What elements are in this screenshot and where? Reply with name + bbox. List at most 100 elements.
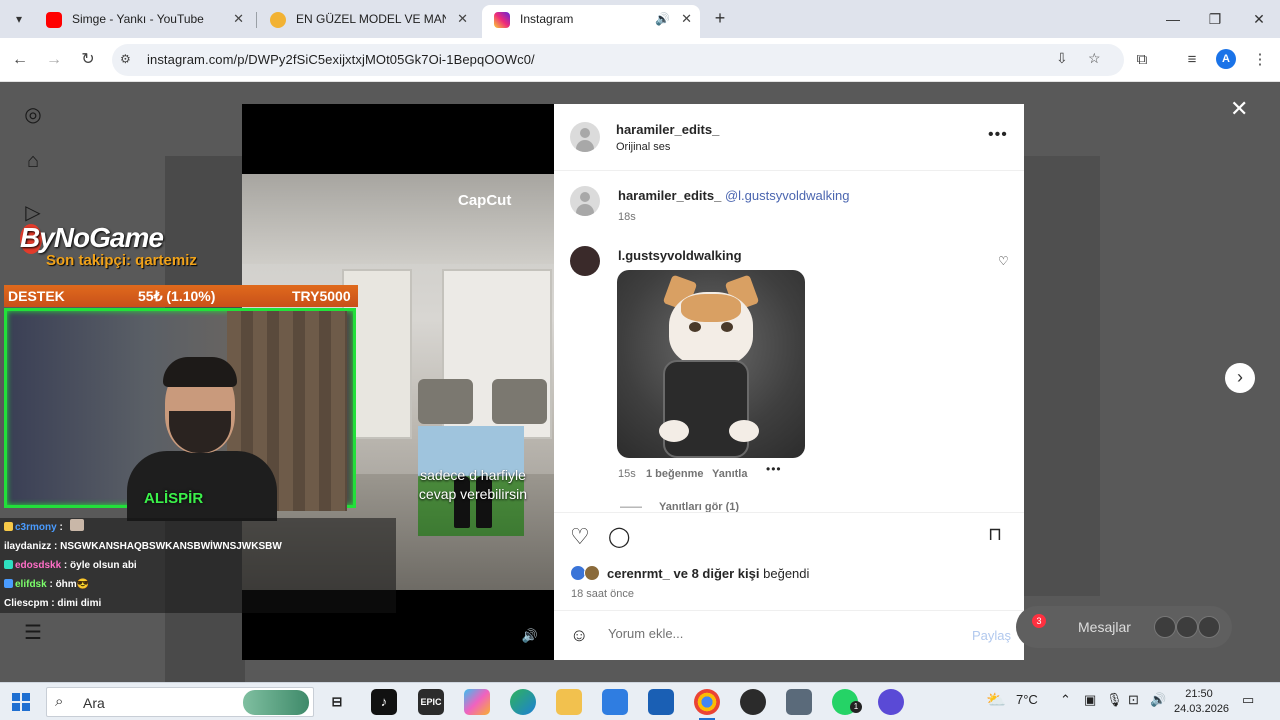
caption-mention[interactable]: @l.gustsyvoldwalking [725,188,849,203]
close-window-icon[interactable]: ✕ [1244,6,1274,32]
microphone-icon[interactable]: 🎙 [1106,692,1123,708]
next-post-chevron-icon[interactable]: › [1225,363,1255,393]
emoji-icon[interactable]: ☺ [570,625,588,646]
tiktok-icon[interactable]: ♪ [371,689,397,715]
profile-avatar[interactable]: A [1216,49,1236,69]
author-avatar[interactable] [570,122,600,152]
chat-message: c3rmony : [0,518,396,537]
comment-cat-image[interactable] [617,270,805,458]
bookmark-star-icon[interactable]: ☆ [1088,50,1101,67]
restore-icon[interactable]: ❐ [1200,6,1230,32]
chat-message: elifdsk : öhm😎 [0,575,396,594]
outlook-icon[interactable] [648,689,674,715]
hamburger-menu-icon[interactable]: ☰ [22,622,44,644]
video-chair [418,379,473,424]
commenter-avatar[interactable] [570,246,600,276]
close-tab-icon[interactable]: ✕ [233,5,244,33]
back-icon[interactable]: ← [8,48,32,72]
reels-icon[interactable]: ▷ [22,202,44,224]
install-app-icon[interactable]: ⇩ [1056,50,1068,67]
streamer-webcam [4,308,356,521]
comment-likes[interactable]: 1 beğenme [646,468,703,480]
media-control-icon[interactable]: ≡ [1180,48,1204,72]
liked-by-others[interactable]: ve 8 diğer kişi [674,566,760,581]
task-view-icon[interactable]: ⊟ [324,689,350,715]
tray-app-icon[interactable]: ▣ [1084,692,1096,708]
reload-icon[interactable]: ↻ [76,48,100,72]
network-icon[interactable]: ⊡ [1128,692,1139,708]
comment-input[interactable] [608,626,948,641]
globe-icon [270,12,286,28]
liked-by-user[interactable]: cerenrmt_ [607,566,670,581]
tab-model[interactable]: EN GÜZEL MODEL VE MANKEN ✕ [258,5,476,38]
post-details-panel: haramiler_edits_ Orijinal ses ••• harami… [554,104,1024,660]
post-author[interactable]: haramiler_edits_ [616,122,719,137]
streamer-body [127,451,277,521]
post-comment-button[interactable]: Paylaş [972,628,1011,643]
search-highlight-image [243,690,309,715]
reply-button[interactable]: Yanıtla [712,468,747,480]
copilot-icon[interactable] [464,689,490,715]
taskbar-search[interactable]: ⌕ Ara [46,687,314,717]
messages-label: Mesajlar [1078,619,1131,635]
messages-button[interactable]: 3 Mesajlar [1016,606,1232,648]
background-post-right [1024,156,1100,596]
search-placeholder: Ara [83,695,105,711]
like-comment-heart-icon[interactable]: ♡ [998,254,1009,268]
new-tab-button[interactable]: + [709,8,731,30]
tab-youtube[interactable]: Simge - Yankı - YouTube ✕ [34,5,252,38]
edge-icon[interactable] [510,689,536,715]
home-icon[interactable]: ⌂ [22,150,44,172]
tab-search-chevron-icon[interactable]: ▾ [8,8,30,30]
chat-badge-icon [4,579,13,588]
tab-title: Simge - Yankı - YouTube [72,12,204,26]
chat-badge-icon [4,522,13,531]
assistant-icon[interactable] [878,689,904,715]
tab-instagram[interactable]: Instagram 🔊 ✕ [482,5,700,38]
liker-avatar[interactable] [584,565,600,581]
url-text[interactable]: instagram.com/p/DWPy2fSiC5exijxtxjMOt05G… [147,52,535,67]
notifications-icon[interactable]: ▭ [1242,692,1254,708]
windows-start-icon[interactable] [12,693,30,711]
epic-games-icon[interactable]: EPIC [418,689,444,715]
speaker-icon[interactable]: 🔊 [655,5,670,33]
close-tab-icon[interactable]: ✕ [681,5,692,33]
tray-chevron-icon[interactable]: ⌃ [1060,692,1071,708]
weather-cloud-icon[interactable]: ⛅ [986,690,1006,710]
chat-text: öyle olsun abi [70,560,137,571]
speaker-icon[interactable]: 🔊 [520,628,540,648]
menu-kebab-icon[interactable]: ⋮ [1248,48,1272,72]
volume-icon[interactable]: 🔊 [1150,692,1166,708]
cat-phone [663,360,749,458]
support-bar: DESTEK 55₺ (1.10%) TRY5000 [4,285,358,307]
comment-user[interactable]: l.gustsyvoldwalking [618,248,742,263]
store-icon[interactable] [602,689,628,715]
extensions-icon[interactable]: ⧉ [1130,48,1154,72]
taskbar-clock[interactable]: 21:50 24.03.2026 [1174,687,1229,717]
caption-user[interactable]: haramiler_edits_ [618,188,721,203]
audio-label[interactable]: Orijinal ses [616,141,670,153]
weather-temp[interactable]: 7°C [1016,692,1038,707]
caption-avatar[interactable] [570,186,600,216]
streamer-name: ALİSPİR [144,490,204,507]
calculator-icon[interactable] [786,689,812,715]
more-options-icon[interactable]: ••• [988,126,1008,144]
forward-icon[interactable]: → [42,48,66,72]
close-icon[interactable]: ✕ [1230,96,1248,122]
chrome-icon[interactable] [694,689,720,720]
comment-more-icon[interactable]: ••• [766,462,782,476]
address-bar[interactable]: ⚙ instagram.com/p/DWPy2fSiC5exijxtxjMOt0… [112,44,1124,76]
site-info-icon[interactable]: ⚙ [120,52,131,66]
comment-bubble-icon[interactable]: ◯ [608,524,630,549]
cat-eye [721,322,733,332]
like-heart-icon[interactable]: ♡ [570,524,590,550]
instagram-logo-icon[interactable]: ◎ [22,104,44,126]
minimize-icon[interactable]: — [1158,6,1188,32]
save-bookmark-icon[interactable]: ⊓ [988,524,1002,545]
file-explorer-icon[interactable] [556,689,582,715]
divider [554,610,1024,611]
obs-icon[interactable] [740,689,766,715]
close-tab-icon[interactable]: ✕ [457,5,468,33]
tab-strip: ▾ Simge - Yankı - YouTube ✕ EN GÜZEL MOD… [0,0,1280,38]
cat-paw [729,420,759,442]
